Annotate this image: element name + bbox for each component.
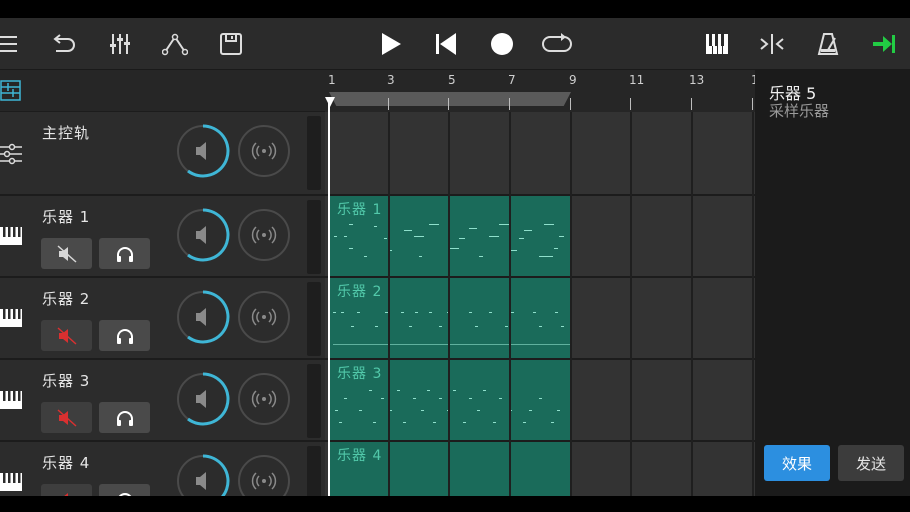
ruler-tick xyxy=(509,98,510,110)
grid-line xyxy=(509,112,511,496)
track-name: 乐器 4 xyxy=(42,454,91,472)
track-name: 乐器 1 xyxy=(42,208,91,226)
master-routing-icon xyxy=(0,143,22,165)
mute-icon xyxy=(57,408,76,427)
ruler-tick xyxy=(570,98,571,110)
grid-line xyxy=(570,112,572,496)
level-meter xyxy=(307,364,321,438)
grid-line xyxy=(388,112,390,496)
track-instrument-4[interactable]: 乐器 4 xyxy=(0,442,325,512)
grid-line xyxy=(630,112,632,496)
piano-icon[interactable] xyxy=(702,29,732,59)
snap-icon[interactable] xyxy=(757,29,787,59)
navigation-bar xyxy=(0,496,910,512)
level-meter xyxy=(307,200,321,274)
bar-number: 13 xyxy=(689,73,705,87)
mute-icon xyxy=(57,326,76,345)
timeline-ruler[interactable]: 1 3 5 7 9 11 13 1 xyxy=(325,70,755,112)
clip-notes xyxy=(333,312,571,345)
undo-icon[interactable] xyxy=(49,29,79,59)
midi-clip[interactable]: 乐器 4 xyxy=(329,442,571,496)
grid-line xyxy=(752,112,754,496)
midi-clip[interactable]: 乐器 3 xyxy=(329,360,571,440)
mute-button[interactable] xyxy=(41,320,92,351)
track-name: 乐器 2 xyxy=(42,290,91,308)
bar-number: 7 xyxy=(508,73,516,87)
solo-headphones-button[interactable] xyxy=(99,402,150,433)
volume-knob[interactable] xyxy=(176,124,230,178)
ruler-tick xyxy=(752,98,753,110)
status-bar xyxy=(0,0,910,18)
playhead-handle[interactable] xyxy=(325,97,335,107)
level-meter xyxy=(307,116,321,190)
send-knob[interactable] xyxy=(237,124,291,178)
instrument-panel: 乐器 5 采样乐器 效果 发送 xyxy=(755,70,910,496)
bar-number: 5 xyxy=(448,73,456,87)
track-name: 乐器 3 xyxy=(42,372,91,390)
send-knob[interactable] xyxy=(237,290,291,344)
ruler-tick xyxy=(448,98,449,110)
mute-icon xyxy=(57,244,76,263)
send-knob[interactable] xyxy=(237,372,291,426)
track-header-column: 主控轨 乐器 1 乐器 2 乐器 3 乐器 4 xyxy=(0,70,325,512)
volume-knob[interactable] xyxy=(176,372,230,426)
track-master[interactable]: 主控轨 xyxy=(0,112,325,196)
mixer-icon[interactable] xyxy=(105,29,135,59)
playhead[interactable] xyxy=(328,98,330,496)
send-knob[interactable] xyxy=(237,208,291,262)
track-list-header xyxy=(0,70,325,112)
headphones-icon xyxy=(116,328,133,344)
save-icon[interactable] xyxy=(216,29,246,59)
clip-label: 乐器 4 xyxy=(337,448,383,464)
grid-line xyxy=(691,112,693,496)
midi-clip[interactable]: 乐器 1 xyxy=(329,196,571,276)
volume-knob[interactable] xyxy=(176,208,230,262)
timeline[interactable]: 1 3 5 7 9 11 13 1 乐器 1 乐器 2 乐器 3 乐器 4 xyxy=(325,70,755,496)
track-instrument-3[interactable]: 乐器 3 xyxy=(0,360,325,442)
bar-number: 1 xyxy=(328,73,336,87)
bar-number: 3 xyxy=(387,73,395,87)
level-meter xyxy=(307,282,321,356)
piano-track-icon xyxy=(0,227,22,245)
headphones-icon xyxy=(116,410,133,426)
track-name: 主控轨 xyxy=(42,124,91,142)
track-instrument-2[interactable]: 乐器 2 xyxy=(0,278,325,360)
solo-headphones-button[interactable] xyxy=(99,320,150,351)
ruler-tick xyxy=(630,98,631,110)
toolbar xyxy=(0,18,910,70)
piano-track-icon xyxy=(0,391,22,409)
metronome-icon[interactable] xyxy=(813,29,843,59)
grid-line xyxy=(448,112,450,496)
loop-region[interactable] xyxy=(329,92,571,106)
ruler-tick xyxy=(691,98,692,110)
record-icon[interactable] xyxy=(487,29,517,59)
midi-clip[interactable]: 乐器 2 xyxy=(329,278,571,358)
automation-icon[interactable] xyxy=(160,29,190,59)
solo-headphones-button[interactable] xyxy=(99,238,150,269)
volume-knob[interactable] xyxy=(176,290,230,344)
bar-number: 11 xyxy=(629,73,645,87)
headphones-icon xyxy=(116,246,133,262)
mute-button[interactable] xyxy=(41,402,92,433)
track-list-icon[interactable] xyxy=(0,80,22,102)
piano-track-icon xyxy=(0,309,22,327)
clip-notes xyxy=(335,390,560,423)
rewind-icon[interactable] xyxy=(431,29,461,59)
send-button[interactable]: 发送 xyxy=(838,445,904,481)
bar-number: 9 xyxy=(569,73,577,87)
ruler-tick xyxy=(388,98,389,110)
loop-icon[interactable] xyxy=(542,29,572,59)
mute-button[interactable] xyxy=(41,238,92,269)
export-icon[interactable] xyxy=(869,29,899,59)
piano-track-icon xyxy=(0,473,22,491)
effects-button[interactable]: 效果 xyxy=(764,445,830,481)
panel-subtitle: 采样乐器 xyxy=(769,102,830,120)
menu-icon[interactable] xyxy=(0,29,25,59)
clip-notes xyxy=(334,224,564,257)
track-instrument-1[interactable]: 乐器 1 xyxy=(0,196,325,278)
play-icon[interactable] xyxy=(376,29,406,59)
